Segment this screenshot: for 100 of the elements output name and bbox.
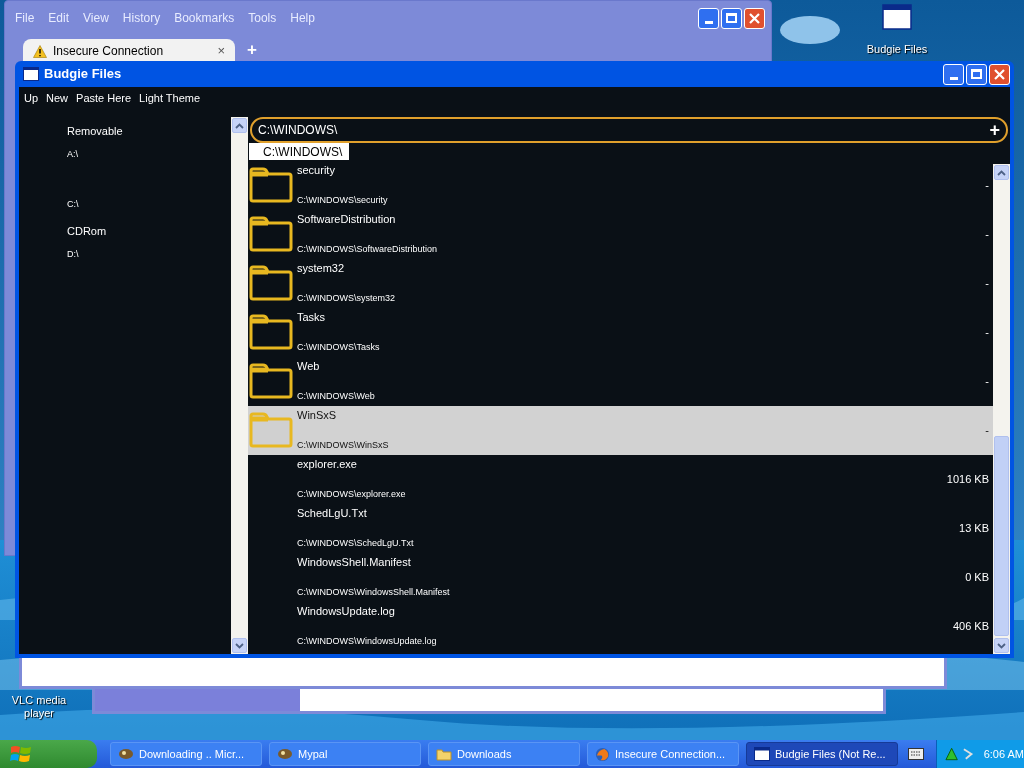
close-icon (994, 68, 1005, 80)
file-row[interactable]: explorer.exe C:\WINDOWS\explorer.exe 1016 KB (248, 455, 993, 504)
caret-down-icon (235, 642, 244, 649)
toolbar-item[interactable]: Light Theme (139, 90, 201, 107)
sidebar-item[interactable]: D:\ (67, 248, 79, 262)
window-icon (23, 67, 39, 81)
file-name: security (297, 164, 336, 177)
globe-icon (595, 746, 610, 762)
file-name: WindowsShell.Manifest (297, 556, 412, 569)
app-icon (118, 747, 134, 761)
folder-icon (249, 314, 293, 350)
file-row[interactable]: system32 C:\WINDOWS\system32 - (248, 259, 993, 308)
window-title: Budgie Files (44, 65, 122, 84)
scroll-down-button[interactable] (994, 638, 1009, 653)
file-path: C:\WINDOWS\WinSxS (297, 438, 390, 452)
file-row[interactable]: WindowsUpdate.log C:\WINDOWS\WindowsUpdate.log 406 KB (248, 602, 993, 651)
file-size: - (985, 374, 990, 390)
file-name: system32 (297, 262, 346, 275)
suggestion-item[interactable]: C:\WINDOWS\ (249, 143, 349, 160)
file-name: WinSxS (297, 409, 338, 422)
file-name: SoftwareDistribution (297, 213, 397, 226)
scrollbar[interactable] (231, 117, 248, 654)
file-size: - (985, 423, 990, 439)
folder-icon (249, 265, 293, 301)
file-row[interactable]: Tasks C:\WINDOWS\Tasks - (248, 308, 993, 357)
windows-flag-icon (10, 744, 32, 764)
folder-icon (436, 747, 452, 761)
folder-icon (249, 216, 293, 252)
sidebar-heading: CDRom (67, 223, 107, 239)
icon-label[interactable]: VLC media player (11, 694, 67, 720)
file-size: 406 KB (952, 619, 990, 635)
sidebar-heading: Removable (67, 123, 123, 139)
file-name: Web (297, 360, 321, 373)
tab-close-button[interactable]: × (217, 41, 225, 61)
file-name: SchedLgU.Txt (297, 507, 368, 520)
taskbar-button[interactable]: Downloads (428, 742, 580, 766)
maximize-button[interactable] (721, 7, 742, 29)
minimize-button[interactable] (943, 63, 964, 85)
file-name: Tasks (297, 311, 327, 324)
folder-icon (249, 167, 293, 203)
sidebar-item[interactable]: A:\ (67, 148, 78, 162)
folder-icon (249, 363, 293, 399)
close-icon (749, 12, 760, 24)
file-size: 0 KB (965, 570, 990, 586)
keyboard-icon[interactable] (908, 748, 924, 760)
maximize-button[interactable] (966, 63, 987, 85)
icon-label[interactable]: Budgie Files (866, 43, 928, 56)
close-button[interactable] (989, 63, 1010, 85)
folder-icon (249, 412, 293, 448)
tab-title: Insecure Connection (53, 43, 164, 60)
file-path: C:\WINDOWS\WindowsUpdate.log (297, 634, 438, 648)
file-path: C:\WINDOWS\SchedLgU.Txt (297, 536, 415, 550)
browser-tab[interactable]: Insecure Connection × (23, 39, 235, 63)
file-size: - (985, 178, 990, 194)
network-icon[interactable] (962, 747, 974, 761)
scroll-thumb[interactable] (994, 436, 1009, 636)
file-path: C:\WINDOWS\security (297, 193, 389, 207)
file-size: - (985, 325, 990, 341)
file-row[interactable]: WindowsShell.Manifest C:\WINDOWS\WindowsShell.Manifest 0 KB (248, 553, 993, 602)
file-path: C:\WINDOWS\system32 (297, 291, 396, 305)
sidebar-item[interactable]: C:\ (67, 198, 79, 212)
toolbar-item[interactable]: New (46, 90, 69, 107)
file-path: C:\WINDOWS\Tasks (297, 340, 381, 354)
caret-down-icon (997, 642, 1006, 649)
file-size: 1016 KB (946, 472, 990, 488)
toolbar-item[interactable]: Up (24, 90, 39, 107)
taskbar-button[interactable]: Mypal (269, 742, 421, 766)
file-row[interactable]: security C:\WINDOWS\security - (248, 161, 993, 210)
add-button[interactable]: + (989, 121, 1000, 139)
app-icon (277, 747, 293, 761)
scrollbar[interactable] (993, 164, 1010, 654)
file-size: - (985, 276, 990, 292)
window-icon[interactable] (882, 4, 912, 30)
file-size: - (985, 227, 990, 243)
file-name: explorer.exe (297, 458, 358, 471)
file-row[interactable]: SoftwareDistribution C:\WINDOWS\SoftwareDistribution - (248, 210, 993, 259)
scroll-down-button[interactable] (232, 638, 247, 653)
caret-up-icon (997, 169, 1006, 176)
taskbar-button[interactable]: Budgie Files (Not Re... (746, 742, 898, 766)
file-row[interactable]: Web C:\WINDOWS\Web - (248, 357, 993, 406)
warning-icon (33, 44, 47, 58)
window-icon (754, 747, 770, 761)
scroll-up-button[interactable] (994, 165, 1009, 180)
start-button[interactable] (0, 740, 97, 768)
file-row[interactable]: SchedLgU.Txt C:\WINDOWS\SchedLgU.Txt 13 KB (248, 504, 993, 553)
clock: 6:06 AM (983, 746, 1024, 762)
triangle-icon[interactable] (945, 747, 959, 761)
address-field[interactable]: C:\WINDOWS\ + (250, 117, 1008, 143)
file-path: C:\WINDOWS\explorer.exe (297, 487, 407, 501)
taskbar-button[interactable]: Downloading .. Micr... (110, 742, 262, 766)
close-button[interactable] (744, 7, 765, 29)
toolbar-item[interactable]: Paste Here (76, 90, 132, 107)
file-path: C:\WINDOWS\SoftwareDistribution (297, 242, 439, 256)
minimize-button[interactable] (698, 7, 719, 29)
taskbar-button[interactable]: Insecure Connection... (587, 742, 739, 766)
file-path: C:\WINDOWS\WindowsShell.Manifest (297, 585, 451, 599)
scroll-up-button[interactable] (232, 118, 247, 133)
file-size: 13 KB (959, 521, 990, 537)
file-path: C:\WINDOWS\Web (297, 389, 376, 403)
file-row[interactable]: WinSxS C:\WINDOWS\WinSxS - (248, 406, 993, 455)
